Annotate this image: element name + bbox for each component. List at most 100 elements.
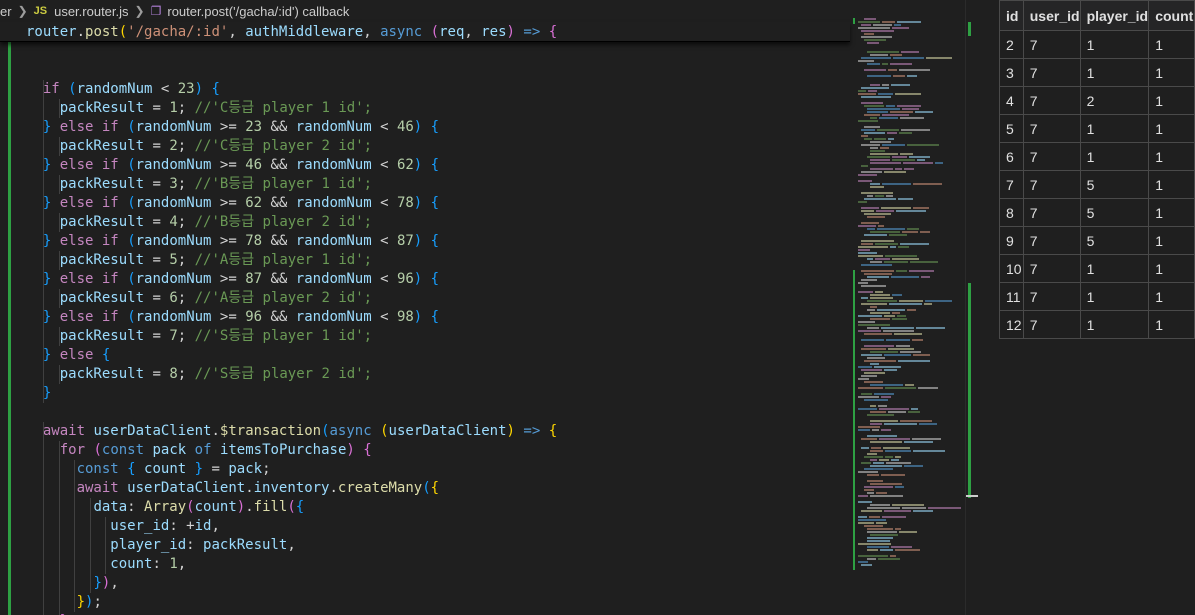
cell-user-id[interactable]: 7 bbox=[1022, 198, 1081, 227]
cell-player-id[interactable]: 1 bbox=[1079, 142, 1150, 171]
minimap[interactable] bbox=[850, 0, 965, 615]
table-row[interactable]: 2711 bbox=[999, 30, 1195, 59]
code-line[interactable]: packResult = 2; //'C등급 player 2 id'; bbox=[26, 137, 557, 156]
table-row[interactable]: 6711 bbox=[999, 142, 1195, 171]
cell-user-id[interactable]: 7 bbox=[1022, 30, 1081, 59]
code-editor[interactable]: if (randomNum < 23) { packResult = 1; //… bbox=[0, 42, 850, 615]
cell-id[interactable]: 2 bbox=[999, 30, 1024, 59]
code-line[interactable]: for (const pack of itemsToPurchase) { bbox=[26, 441, 557, 460]
code-line[interactable]: packResult = 3; //'B등급 player 1 id'; bbox=[26, 175, 557, 194]
breadcrumb-symbol[interactable]: router.post('/gacha/:id') callback bbox=[167, 4, 349, 19]
table-row[interactable]: 3711 bbox=[999, 58, 1195, 87]
cell-user-id[interactable]: 7 bbox=[1022, 310, 1081, 339]
cell-id[interactable]: 11 bbox=[999, 282, 1024, 311]
cell-player-id[interactable]: 1 bbox=[1079, 310, 1150, 339]
table-row[interactable]: 8751 bbox=[999, 198, 1195, 227]
code-line[interactable]: count: 1, bbox=[26, 555, 557, 574]
cell-count[interactable]: 1 bbox=[1148, 198, 1195, 227]
cell-user-id[interactable]: 7 bbox=[1022, 142, 1081, 171]
cell-count[interactable]: 1 bbox=[1148, 282, 1195, 311]
cell-user-id[interactable]: 7 bbox=[1022, 86, 1081, 115]
table-row[interactable]: 5711 bbox=[999, 114, 1195, 143]
breadcrumb-file[interactable]: user.router.js bbox=[54, 4, 128, 19]
column-header-player-id[interactable]: player_id bbox=[1079, 0, 1150, 31]
table-row[interactable]: 4721 bbox=[999, 86, 1195, 115]
cell-count[interactable]: 1 bbox=[1148, 114, 1195, 143]
cell-user-id[interactable]: 7 bbox=[1022, 254, 1081, 283]
minimap-line bbox=[867, 195, 873, 197]
code-line[interactable]: packResult = 5; //'A등급 player 1 id'; bbox=[26, 251, 557, 270]
code-line[interactable]: } bbox=[26, 384, 557, 403]
cell-count[interactable]: 1 bbox=[1148, 226, 1195, 255]
code-line[interactable]: packResult = 1; //'C등급 player 1 id'; bbox=[26, 99, 557, 118]
cell-id[interactable]: 6 bbox=[999, 142, 1024, 171]
cell-player-id[interactable]: 1 bbox=[1079, 30, 1150, 59]
column-header-id[interactable]: id bbox=[999, 0, 1024, 31]
code-line[interactable]: } else if (randomNum >= 46 && randomNum … bbox=[26, 156, 557, 175]
code-line[interactable]: const { count } = pack; bbox=[26, 460, 557, 479]
cell-player-id[interactable]: 2 bbox=[1079, 86, 1150, 115]
code-line[interactable]: if (randomNum < 23) { bbox=[26, 80, 557, 99]
cell-user-id[interactable]: 7 bbox=[1022, 282, 1081, 311]
minimap-line bbox=[881, 474, 905, 476]
code-line[interactable]: data: Array(count).fill({ bbox=[26, 498, 557, 517]
cell-user-id[interactable]: 7 bbox=[1022, 170, 1081, 199]
cell-player-id[interactable]: 5 bbox=[1079, 170, 1150, 199]
cell-count[interactable]: 1 bbox=[1148, 254, 1195, 283]
code-line[interactable]: packResult = 7; //'S등급 player 1 id'; bbox=[26, 327, 557, 346]
cell-id[interactable]: 4 bbox=[999, 86, 1024, 115]
table-row[interactable]: 11 7 1 1 bbox=[999, 282, 1195, 311]
cell-user-id[interactable]: 7 bbox=[1022, 58, 1081, 87]
breadcrumb-parent[interactable]: er bbox=[0, 4, 12, 19]
cell-player-id[interactable]: 1 bbox=[1079, 254, 1150, 283]
code-line[interactable]: user_id: +id, bbox=[26, 517, 557, 536]
code-line[interactable]: } else if (randomNum >= 62 && randomNum … bbox=[26, 194, 557, 213]
cell-id[interactable]: 5 bbox=[999, 114, 1024, 143]
cell-id[interactable]: 9 bbox=[999, 226, 1024, 255]
cell-count[interactable]: 1 bbox=[1148, 310, 1195, 339]
code-line[interactable]: } else if (randomNum >= 23 && randomNum … bbox=[26, 118, 557, 137]
code-line[interactable]: packResult = 8; //'S등급 player 2 id'; bbox=[26, 365, 557, 384]
cell-player-id[interactable]: 5 bbox=[1079, 226, 1150, 255]
table-row[interactable]: 12 7 1 1 bbox=[999, 310, 1195, 339]
cell-player-id[interactable]: 1 bbox=[1079, 114, 1150, 143]
cell-count[interactable]: 1 bbox=[1148, 86, 1195, 115]
table-row[interactable]: 7751 bbox=[999, 170, 1195, 199]
column-header-count[interactable]: count bbox=[1148, 0, 1195, 31]
column-header-user-id[interactable]: user_id bbox=[1022, 0, 1081, 31]
code-line[interactable]: } else if (randomNum >= 96 && randomNum … bbox=[26, 308, 557, 327]
code-line[interactable]: }), bbox=[26, 574, 557, 593]
cell-id[interactable]: 3 bbox=[999, 58, 1024, 87]
cell-user-id[interactable]: 7 bbox=[1022, 226, 1081, 255]
code-line[interactable]: player_id: packResult, bbox=[26, 536, 557, 555]
cell-user-id[interactable]: 7 bbox=[1022, 114, 1081, 143]
code-line[interactable]: } else { bbox=[26, 346, 557, 365]
code-line[interactable]: packResult = 4; //'B등급 player 2 id'; bbox=[26, 213, 557, 232]
code-line[interactable] bbox=[26, 403, 557, 422]
cell-count[interactable]: 1 bbox=[1148, 58, 1195, 87]
cell-count[interactable]: 1 bbox=[1148, 30, 1195, 59]
cell-id[interactable]: 12 bbox=[999, 310, 1024, 339]
code-token: ) bbox=[413, 271, 423, 287]
cell-player-id[interactable]: 5 bbox=[1079, 198, 1150, 227]
cell-player-id[interactable]: 1 bbox=[1079, 58, 1150, 87]
cell-count[interactable]: 1 bbox=[1148, 142, 1195, 171]
sticky-scroll-line[interactable]: router.post('/gacha/:id', authMiddleware… bbox=[0, 22, 850, 42]
code-line[interactable] bbox=[26, 61, 557, 80]
result-table: id user_id player_id count 2711371147215… bbox=[999, 0, 1195, 339]
cell-id[interactable]: 7 bbox=[999, 170, 1024, 199]
code-line[interactable]: await userDataClient.$transaction(async … bbox=[26, 422, 557, 441]
split-divider[interactable] bbox=[979, 0, 999, 615]
cell-id[interactable]: 10 bbox=[999, 254, 1024, 283]
code-line[interactable]: packResult = 6; //'A등급 player 2 id'; bbox=[26, 289, 557, 308]
code-line[interactable]: } else if (randomNum >= 87 && randomNum … bbox=[26, 270, 557, 289]
table-row[interactable]: 9751 bbox=[999, 226, 1195, 255]
cell-count[interactable]: 1 bbox=[1148, 170, 1195, 199]
code-lines[interactable]: if (randomNum < 23) { packResult = 1; //… bbox=[26, 61, 557, 615]
code-line[interactable]: } else if (randomNum >= 78 && randomNum … bbox=[26, 232, 557, 251]
code-line[interactable]: await userDataClient.inventory.createMan… bbox=[26, 479, 557, 498]
cell-id[interactable]: 8 bbox=[999, 198, 1024, 227]
table-row[interactable]: 10 7 1 1 bbox=[999, 254, 1195, 283]
code-line[interactable]: }); bbox=[26, 593, 557, 612]
cell-player-id[interactable]: 1 bbox=[1079, 282, 1150, 311]
